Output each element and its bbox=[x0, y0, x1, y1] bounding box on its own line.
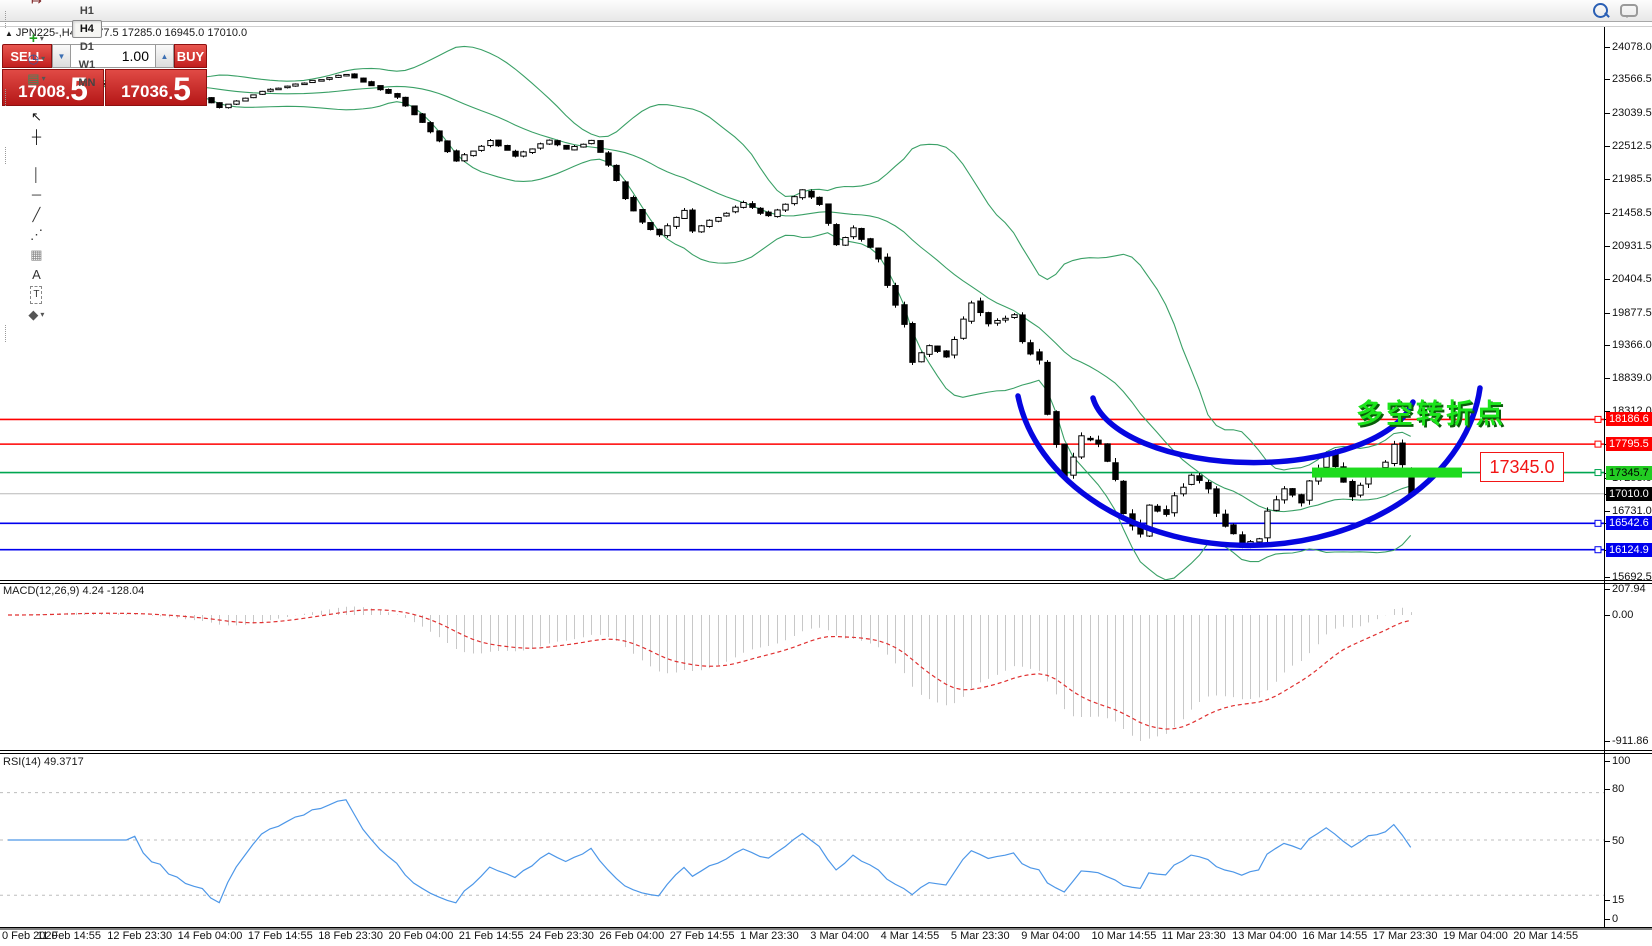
indicator-axis-label: -911.86 bbox=[1612, 735, 1649, 747]
rsi-line bbox=[8, 800, 1411, 903]
time-axis-label: 5 Mar 23:30 bbox=[951, 930, 1010, 942]
volume-up-button[interactable]: ▲ bbox=[155, 44, 174, 68]
time-axis-label: 17 Feb 14:55 bbox=[248, 930, 313, 942]
indicator-axis-label: 100 bbox=[1612, 755, 1630, 767]
time-axis-label: 26 Feb 04:00 bbox=[599, 930, 664, 942]
price-level-badge: 18186.6 bbox=[1606, 412, 1652, 426]
buy-price-main: 17036 bbox=[121, 80, 168, 104]
time-axis-label: 20 Feb 04:00 bbox=[389, 930, 454, 942]
bollinger-band bbox=[8, 86, 1411, 579]
buy-button[interactable]: BUY bbox=[174, 44, 207, 68]
indicator-axis-label: 80 bbox=[1612, 783, 1624, 795]
indicator-axis-label: 50 bbox=[1612, 835, 1624, 847]
green-level-bar[interactable] bbox=[1312, 468, 1462, 478]
price-tick-label: 20404.5 bbox=[1612, 273, 1652, 285]
time-axis-label: 3 Mar 04:00 bbox=[810, 930, 869, 942]
shapes-tool[interactable]: ◆▾ bbox=[3, 305, 70, 325]
time-axis-label: 1 Mar 23:30 bbox=[740, 930, 799, 942]
price-level-badge: 17010.0 bbox=[1606, 487, 1652, 501]
vline-tool[interactable]: │ bbox=[3, 165, 70, 185]
timeframe-button-h1[interactable]: H1 bbox=[72, 2, 102, 20]
price-level-badge: 16124.9 bbox=[1606, 543, 1652, 557]
cursor-tool[interactable]: ↖ bbox=[3, 107, 70, 127]
toolbar-separator bbox=[5, 89, 6, 106]
time-axis-label: 10 Mar 14:55 bbox=[1092, 930, 1157, 942]
price-tick-label: 24078.0 bbox=[1612, 41, 1652, 53]
dropdown-arrow-icon: ▾ bbox=[40, 34, 44, 43]
macd-indicator-label: MACD(12,26,9) 4.24 -128.04 bbox=[3, 585, 144, 597]
dropdown-arrow-icon: ▾ bbox=[42, 74, 46, 83]
buy-price-display[interactable]: 17036.5 bbox=[105, 69, 207, 106]
fibonacci-tool[interactable]: ⋰ bbox=[3, 225, 70, 245]
time-axis-label: 24 Feb 23:30 bbox=[529, 930, 594, 942]
time-axis-label: 4 Mar 14:55 bbox=[881, 930, 940, 942]
time-axis-label: 12 Feb 23:30 bbox=[107, 930, 172, 942]
mt4-window: { "toolbar": { "new_order_label": "新订单",… bbox=[0, 0, 1652, 946]
timeframe-button-mn[interactable]: MN bbox=[72, 74, 102, 92]
search-icon[interactable] bbox=[1593, 3, 1608, 18]
horizontal-level-lines[interactable] bbox=[0, 416, 1604, 552]
template-button[interactable]: ▤▾ bbox=[3, 69, 70, 89]
toolbar-separator bbox=[5, 147, 6, 164]
indicator-axis-label: 0.00 bbox=[1612, 609, 1633, 621]
chat-icon[interactable] bbox=[1620, 4, 1638, 17]
buy-price-big-digit: 5 bbox=[173, 74, 191, 104]
price-annotation-box[interactable]: 17345.0 bbox=[1480, 452, 1564, 482]
bollinger-band bbox=[8, 46, 1411, 469]
price-level-badge: 17345.7 bbox=[1606, 466, 1652, 480]
price-tick-label: 21985.5 bbox=[1612, 173, 1652, 185]
price-tick-label: 23566.5 bbox=[1612, 73, 1652, 85]
text-tool[interactable]: A bbox=[3, 265, 70, 285]
price-tick-label: 15692.5 bbox=[1612, 571, 1652, 583]
price-tick-label: 18839.0 bbox=[1612, 372, 1652, 384]
candlesticks bbox=[6, 73, 1414, 548]
toolbar-separator bbox=[5, 11, 6, 28]
text-label-tool[interactable]: T bbox=[3, 285, 70, 305]
timeframe-button-d1[interactable]: D1 bbox=[72, 38, 102, 56]
price-tick-label: 21458.5 bbox=[1612, 207, 1652, 219]
time-axis-label: 27 Feb 14:55 bbox=[670, 930, 735, 942]
indicator-axis-label: 0 bbox=[1612, 913, 1618, 925]
add-indicator-button[interactable]: +▾ bbox=[3, 29, 70, 49]
period-button[interactable]: ◷▾ bbox=[3, 49, 70, 69]
toolbar-separator bbox=[5, 325, 6, 342]
time-axis-label: 19 Mar 04:00 bbox=[1443, 930, 1508, 942]
time-axis-label: 16 Mar 14:55 bbox=[1302, 930, 1367, 942]
auto-scroll-button[interactable]: ↦ bbox=[3, 0, 70, 11]
time-axis-label: 11 Feb 14:55 bbox=[37, 930, 101, 942]
price-tick-label: 20931.5 bbox=[1612, 240, 1652, 252]
timeframe-button-w1[interactable]: W1 bbox=[72, 56, 102, 74]
time-axis-label: 11 Mar 23:30 bbox=[1162, 930, 1226, 942]
turning-point-annotation[interactable]: 多空转折点 bbox=[1356, 392, 1506, 431]
timeframe-button-h4[interactable]: H4 bbox=[72, 20, 102, 38]
grid-tool[interactable]: ▦ bbox=[3, 245, 70, 265]
time-axis-label: 14 Feb 04:00 bbox=[178, 930, 243, 942]
rsi-indicator-label: RSI(14) 49.3717 bbox=[3, 756, 84, 768]
bollinger-band bbox=[8, 84, 1411, 512]
crosshair-tool[interactable]: ┼ bbox=[3, 127, 70, 147]
indicator-axis-label: 207.94 bbox=[1612, 583, 1646, 595]
price-tick-label: 23039.5 bbox=[1612, 107, 1652, 119]
time-axis-label: 20 Mar 14:55 bbox=[1513, 930, 1578, 942]
dropdown-arrow-icon: ▾ bbox=[40, 310, 44, 319]
price-tick-label: 19877.5 bbox=[1612, 307, 1652, 319]
time-axis-label: 9 Mar 04:00 bbox=[1021, 930, 1080, 942]
macd-histogram bbox=[9, 606, 1412, 741]
trendline-tool[interactable]: ╱ bbox=[3, 205, 70, 225]
chart-canvas[interactable] bbox=[0, 0, 1652, 946]
price-level-badge: 16542.6 bbox=[1606, 516, 1652, 530]
time-axis-label: 18 Feb 23:30 bbox=[318, 930, 383, 942]
dropdown-arrow-icon: ▾ bbox=[41, 54, 45, 63]
indicator-axis-label: 15 bbox=[1612, 894, 1624, 906]
time-axis-label: 13 Mar 04:00 bbox=[1232, 930, 1297, 942]
price-tick-label: 19366.0 bbox=[1612, 339, 1652, 351]
time-axis-label: 21 Feb 14:55 bbox=[459, 930, 524, 942]
time-axis-label: 17 Mar 23:30 bbox=[1373, 930, 1438, 942]
main-toolbar: ▤新订单▤▥◉●自动交易╫◫∿⊕⊖▦⇥↦+▾◷▾▤▾↖┼│─╱⋰▦AT◆▾ M1… bbox=[0, 0, 1652, 22]
price-level-badge: 17795.5 bbox=[1606, 437, 1652, 451]
price-tick-label: 22512.5 bbox=[1612, 140, 1652, 152]
hline-tool[interactable]: ─ bbox=[3, 185, 70, 205]
